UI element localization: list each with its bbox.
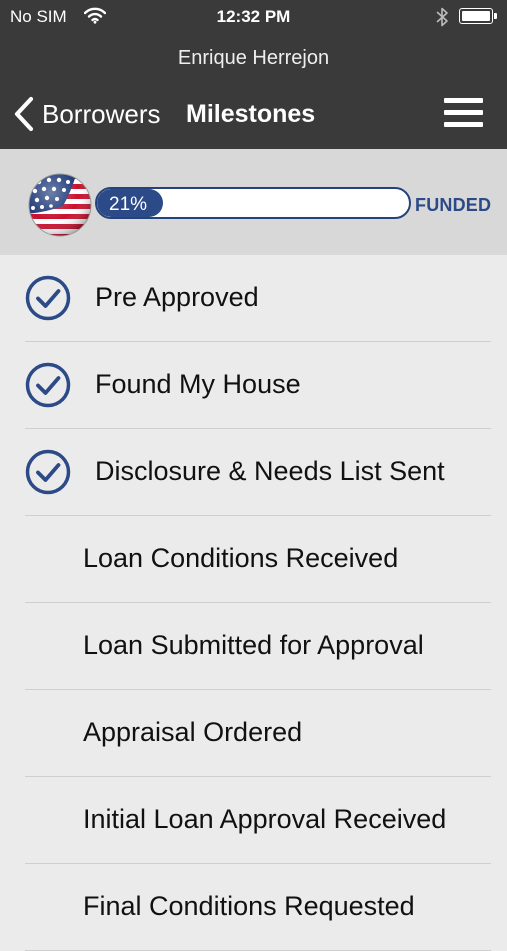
funding-progress-bar: 21% [95,187,411,219]
milestone-list: Pre Approved Found My House Disclosure & N… [0,255,507,951]
milestone-label: Initial Loan Approval Received [83,804,447,834]
bluetooth-icon [436,7,448,27]
milestone-row[interactable]: Loan Conditions Received [0,516,507,603]
status-time: 12:32 PM [216,7,291,26]
back-button[interactable]: Borrowers [12,92,160,136]
progress-percent: 21% [109,194,148,215]
milestone-label: Final Conditions Requested [83,891,415,921]
milestone-row[interactable]: Pre Approved [0,255,507,342]
battery-icon [459,8,493,24]
milestone-label: Found My House [95,369,301,399]
status-bar: No SIM 12:32 PM [0,0,507,34]
flag-globe-icon [28,173,92,237]
chevron-left-icon [14,96,34,132]
milestone-label: Pre Approved [95,282,259,312]
milestone-label: Disclosure & Needs List Sent [95,456,445,486]
checkmark-circle-icon [25,362,71,408]
page-title: Milestones [186,100,316,128]
funded-label: FUNDED [415,195,492,215]
checkmark-circle-icon [25,449,71,495]
navigation-bar: Borrowers Milestones [0,90,507,140]
milestone-label: Loan Submitted for Approval [83,630,424,660]
milestone-row[interactable]: Disclosure & Needs List Sent [0,429,507,516]
milestone-label: Appraisal Ordered [83,717,303,747]
hamburger-menu-icon[interactable] [444,98,483,128]
milestone-row[interactable]: Initial Loan Approval Received [0,777,507,864]
milestone-row[interactable]: Final Conditions Requested [0,864,507,951]
milestone-row[interactable]: Appraisal Ordered [0,690,507,777]
checkmark-circle-icon [25,275,71,321]
milestone-row[interactable]: Loan Submitted for Approval [0,603,507,690]
top-bar: No SIM 12:32 PM Enrique Herrejon Borrowe… [0,0,507,149]
user-name: Enrique Herrejon [177,47,330,69]
back-button-label: Borrowers [42,98,161,129]
battery-nub [494,13,497,19]
milestone-row[interactable]: Found My House [0,342,507,429]
milestone-label: Loan Conditions Received [83,543,399,573]
